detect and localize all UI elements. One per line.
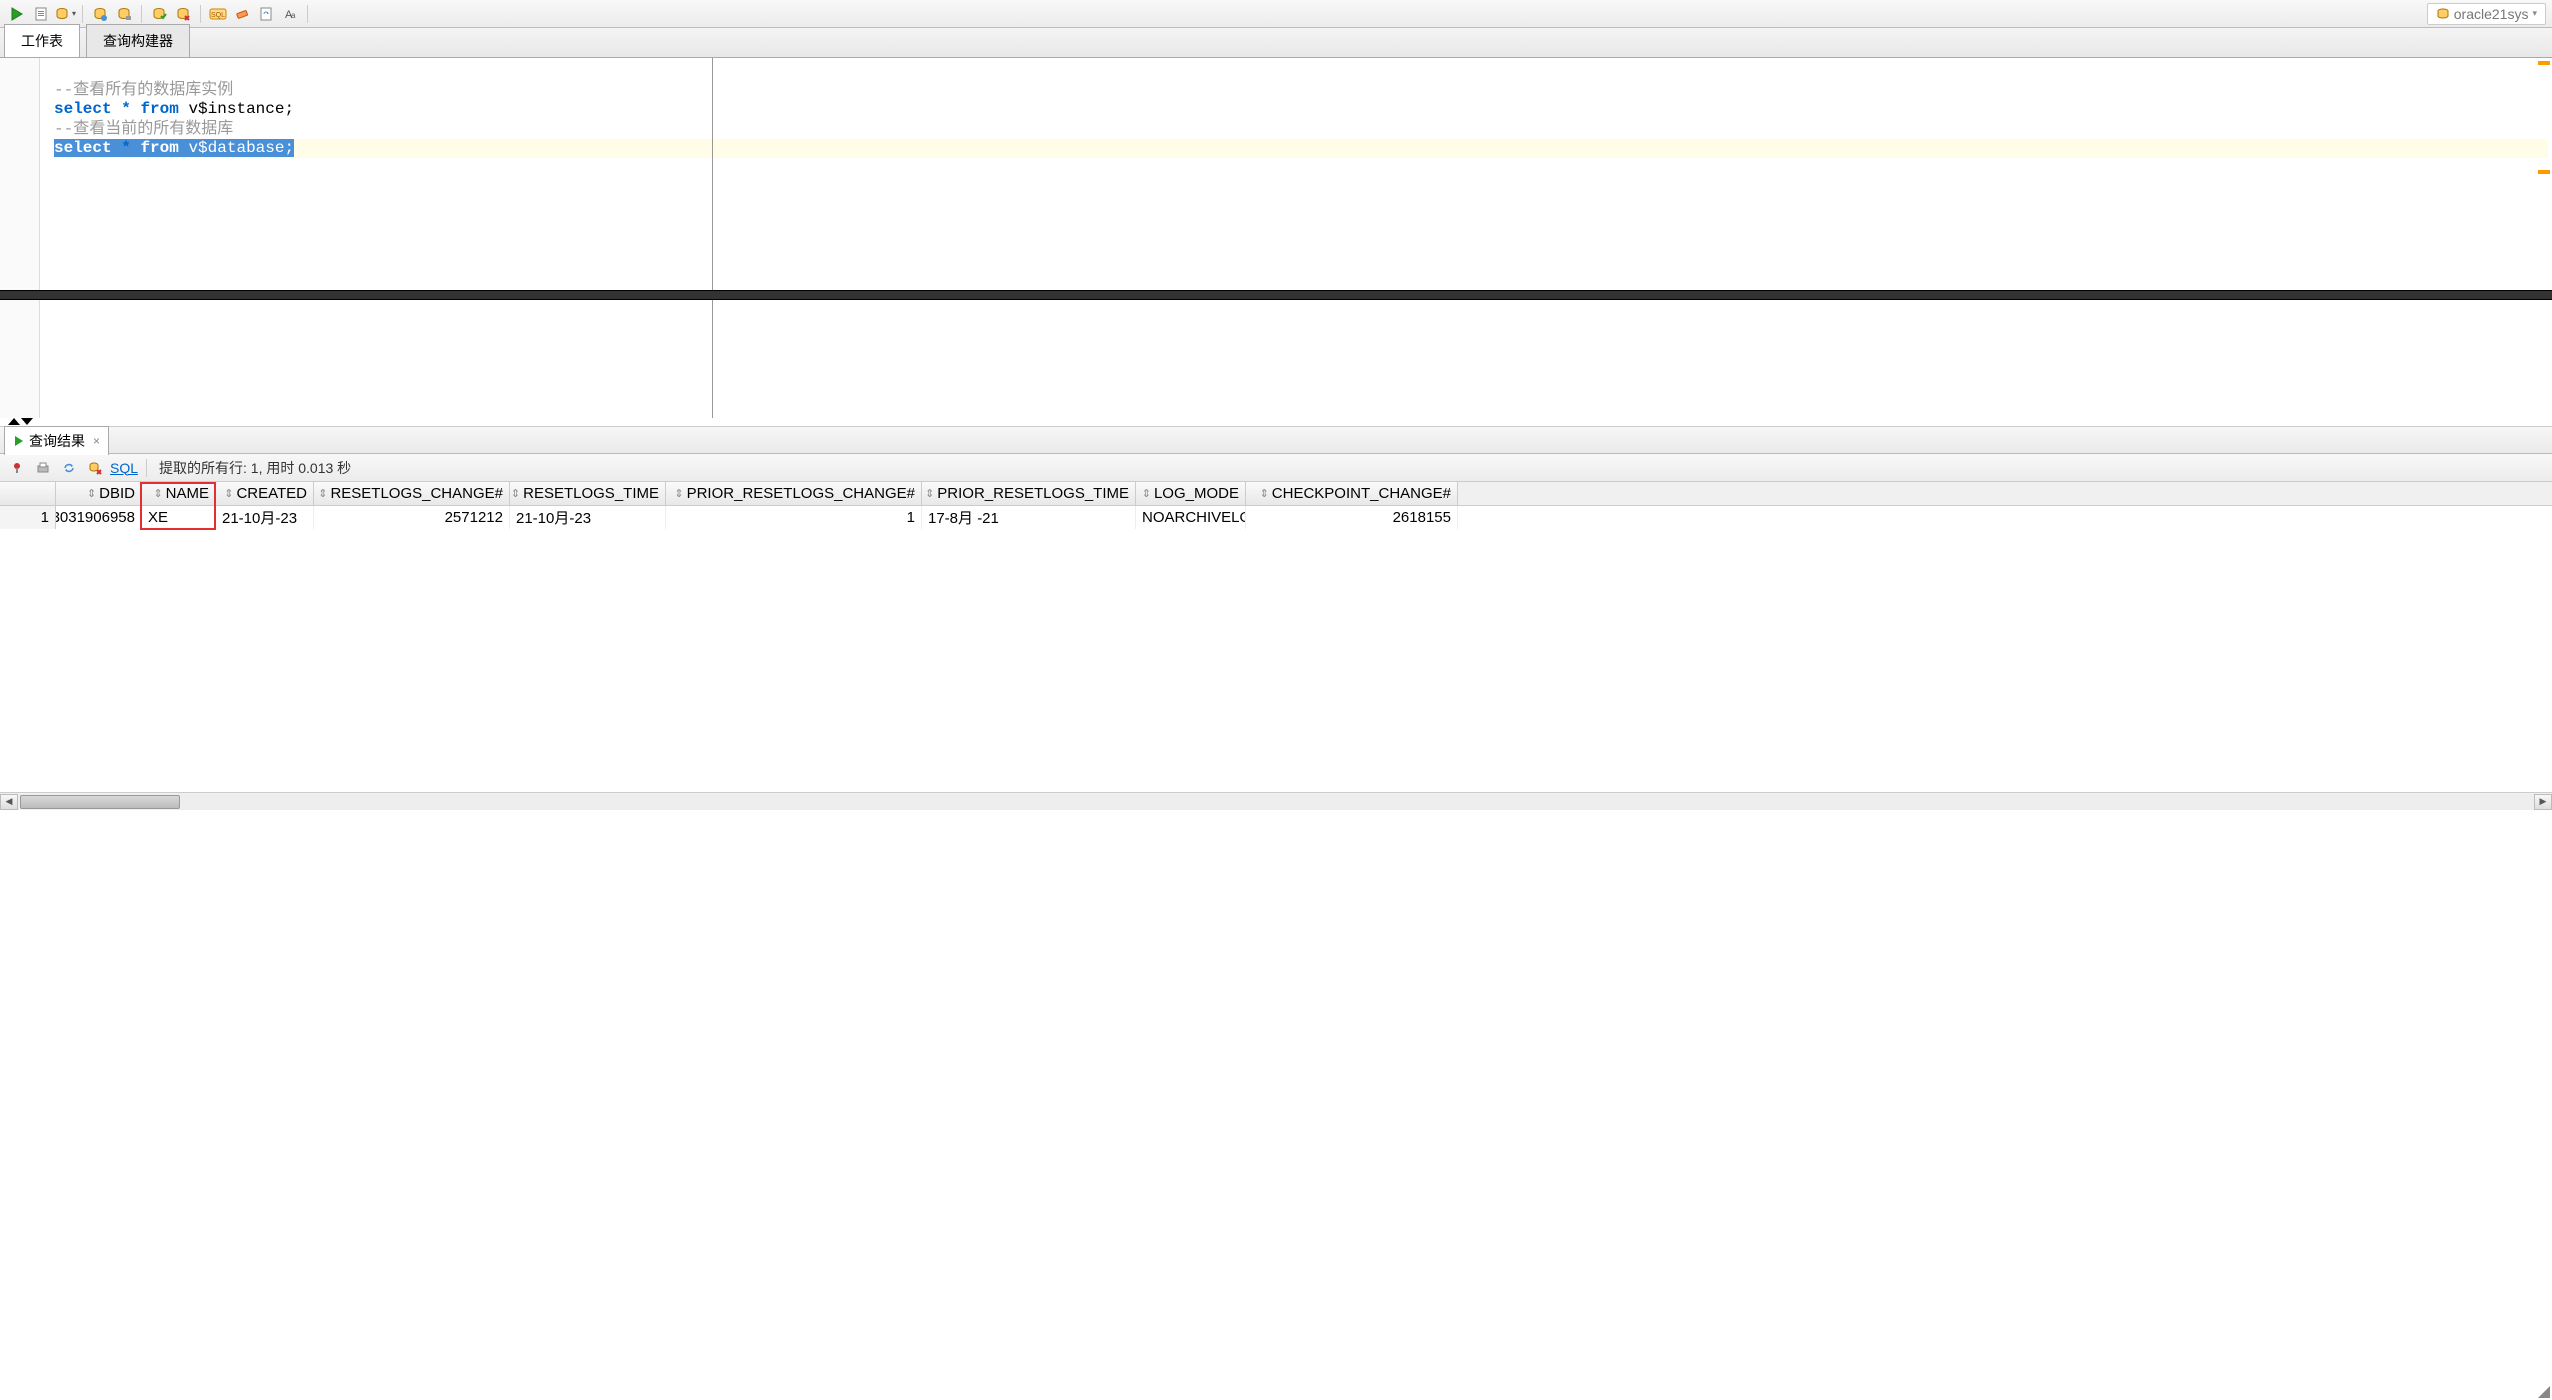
sql-link[interactable]: SQL — [110, 460, 138, 476]
db-commit-icon[interactable] — [148, 3, 170, 25]
connection-selector[interactable]: oracle21sys ▾ — [2427, 3, 2546, 25]
cell-created[interactable]: 21-10月-23 — [216, 506, 314, 529]
grid-header-cell[interactable]: ⇕NAME — [142, 482, 216, 505]
eraser-icon[interactable] — [231, 3, 253, 25]
toolbar-separator — [82, 5, 83, 23]
doc-icon[interactable] — [30, 3, 52, 25]
refresh-icon[interactable] — [255, 3, 277, 25]
toolbar-separator — [200, 5, 201, 23]
lower-gutter — [0, 300, 40, 418]
refresh-result-icon[interactable] — [58, 457, 80, 479]
grid-header-cell[interactable]: ⇕PRIOR_RESETLOGS_CHANGE# — [666, 482, 922, 505]
grid-header-rownum[interactable] — [0, 482, 56, 505]
lower-editor-area[interactable] — [0, 300, 2552, 418]
lower-split-divider[interactable] — [712, 300, 713, 418]
tab-querybuilder[interactable]: 查询构建器 — [86, 24, 190, 57]
close-icon[interactable]: × — [93, 434, 100, 448]
run-icon[interactable] — [6, 3, 28, 25]
results-grid: ⇕DBID ⇕NAME ⇕CREATED ⇕RESETLOGS_CHANGE# … — [0, 482, 2552, 792]
toolbar-separator — [141, 5, 142, 23]
print-icon[interactable] — [32, 457, 54, 479]
grid-header-cell[interactable]: ⇕CREATED — [216, 482, 314, 505]
horizontal-scrollbar[interactable]: ◀ ▶ — [0, 792, 2552, 810]
grid-header-cell[interactable]: ⇕DBID — [56, 482, 142, 505]
resize-handle-icon[interactable] — [2536, 1384, 2550, 1398]
grid-header-row: ⇕DBID ⇕NAME ⇕CREATED ⇕RESETLOGS_CHANGE# … — [0, 482, 2552, 506]
editor-gutter — [0, 58, 40, 290]
scroll-right-icon[interactable]: ▶ — [2534, 794, 2552, 810]
scroll-left-icon[interactable]: ◀ — [0, 794, 18, 810]
editor-split-divider[interactable] — [712, 58, 713, 290]
grid-header-cell[interactable]: ⇕LOG_MODE — [1136, 482, 1246, 505]
cell-dbid[interactable]: 3031906958 — [56, 506, 142, 529]
cell-resetlogs-change[interactable]: 2571212 — [314, 506, 510, 529]
horizontal-splitter[interactable] — [0, 290, 2552, 300]
connection-name: oracle21sys — [2454, 6, 2529, 22]
cell-prior-resetlogs-change[interactable]: 1 — [666, 506, 922, 529]
pin-icon[interactable] — [6, 457, 28, 479]
collapse-down-icon[interactable] — [21, 418, 33, 425]
tab-worksheet[interactable]: 工作表 — [4, 24, 80, 57]
editor-marker — [2538, 61, 2550, 65]
cell-resetlogs-time[interactable]: 21-10月-23 — [510, 506, 666, 529]
delete-result-icon[interactable] — [84, 457, 106, 479]
grid-header-cell[interactable]: ⇕RESETLOGS_CHANGE# — [314, 482, 510, 505]
comment-line: --查看当前的所有数据库 — [54, 120, 233, 138]
fetch-status: 提取的所有行: 1, 用时 0.013 秒 — [159, 458, 351, 478]
db-rollback-icon[interactable] — [172, 3, 194, 25]
collapse-up-icon[interactable] — [8, 418, 20, 425]
editor-marker — [2538, 170, 2550, 174]
result-toolbar: SQL 提取的所有行: 1, 用时 0.013 秒 — [0, 454, 2552, 482]
code-content[interactable]: --查看所有的数据库实例 select * from v$instance; -… — [40, 58, 2552, 290]
result-tab-label: 查询结果 — [29, 431, 85, 451]
sql-box-icon[interactable]: SQL — [207, 3, 229, 25]
comment-line: --查看所有的数据库实例 — [54, 81, 233, 99]
cell-name[interactable]: XE — [142, 506, 216, 529]
db-run-dropdown-icon[interactable] — [54, 3, 76, 25]
cell-checkpoint-change[interactable]: 2618155 — [1246, 506, 1458, 529]
main-toolbar: SQL Aa oracle21sys ▾ — [0, 0, 2552, 28]
grid-header-cell[interactable]: ⇕PRIOR_RESETLOGS_TIME — [922, 482, 1136, 505]
scroll-thumb[interactable] — [20, 795, 180, 809]
worksheet-tabs: 工作表 查询构建器 — [0, 28, 2552, 58]
svg-text:SQL: SQL — [211, 12, 225, 19]
splitter-handles — [0, 418, 2552, 426]
grid-header-cell[interactable]: ⇕RESETLOGS_TIME — [510, 482, 666, 505]
run-result-icon — [13, 435, 25, 447]
cell-prior-resetlogs-time[interactable]: 17-8月 -21 — [922, 506, 1136, 529]
grid-header-cell[interactable]: ⇕CHECKPOINT_CHANGE# — [1246, 482, 1458, 505]
toolbar-separator — [146, 459, 147, 477]
row-number: 1 — [0, 506, 56, 529]
result-tab-query[interactable]: 查询结果 × — [4, 426, 109, 455]
result-tabs-bar: 查询结果 × — [0, 426, 2552, 454]
scroll-track[interactable] — [18, 794, 2534, 810]
font-icon[interactable]: Aa — [279, 3, 301, 25]
toolbar-separator — [307, 5, 308, 23]
svg-text:a: a — [291, 11, 296, 20]
db-check-icon[interactable] — [113, 3, 135, 25]
table-row[interactable]: 1 3031906958 XE 21-10月-23 2571212 21-10月… — [0, 506, 2552, 529]
sql-editor[interactable]: --查看所有的数据库实例 select * from v$instance; -… — [0, 58, 2552, 290]
db-script-icon[interactable] — [89, 3, 111, 25]
cell-log-mode[interactable]: NOARCHIVELOG — [1136, 506, 1246, 529]
